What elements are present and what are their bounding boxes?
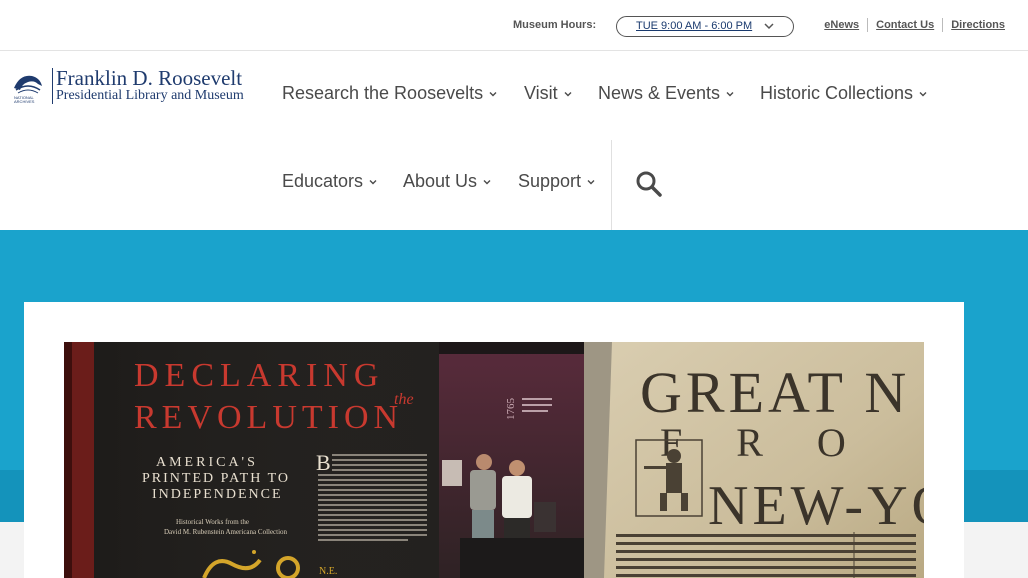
chevron-down-icon	[764, 23, 774, 30]
poster-sub-3: INDEPENDENCE	[152, 487, 283, 502]
nav-historic-collections-label: Historic Collections	[760, 83, 914, 103]
hero-image[interactable]: DECLARING the REVOLUTION AMERICA'S PRINT…	[64, 342, 924, 578]
directions-link[interactable]: Directions	[942, 18, 1013, 32]
search-button[interactable]	[633, 168, 665, 200]
document-line-3: NEW-YO	[708, 475, 924, 537]
contact-us-link[interactable]: Contact Us	[867, 18, 942, 32]
poster-title-2: REVOLUTION	[134, 399, 403, 436]
nav-support-label: Support	[518, 171, 582, 191]
nav-about-us[interactable]: About Us	[403, 171, 492, 192]
svg-text:1765: 1765	[505, 398, 517, 421]
utility-bar: Museum Hours: TUE 9:00 AM - 6:00 PM eNew…	[0, 0, 1028, 51]
chevron-down-icon	[564, 91, 572, 96]
museum-hours-dropdown[interactable]: TUE 9:00 AM - 6:00 PM	[616, 16, 794, 37]
nav-visit-label: Visit	[524, 83, 558, 103]
nav-news-events-label: News & Events	[598, 83, 721, 103]
logo-divider	[52, 68, 53, 104]
poster-title-1: DECLARING	[134, 357, 384, 394]
nav-educators[interactable]: Educators	[282, 171, 378, 192]
nav-about-us-label: About Us	[403, 171, 478, 191]
poster-credit-1: Historical Works from the	[176, 518, 249, 526]
chevron-down-icon	[726, 91, 734, 96]
nav-visit[interactable]: Visit	[524, 83, 573, 104]
utility-links: eNews Contact Us Directions	[816, 18, 1013, 32]
chevron-down-icon	[369, 179, 377, 184]
nav-research-label: Research the Roosevelts	[282, 83, 484, 103]
nav-divider	[611, 140, 612, 230]
national-archives-seal-icon: NATIONAL ARCHIVES	[14, 75, 42, 104]
svg-text:ARCHIVES: ARCHIVES	[14, 99, 35, 104]
exhibition-photo: DECLARING the REVOLUTION AMERICA'S PRINT…	[64, 342, 924, 578]
nav-support[interactable]: Support	[518, 171, 596, 192]
nav-research[interactable]: Research the Roosevelts	[282, 83, 498, 104]
svg-text:N.E.: N.E.	[319, 566, 337, 577]
chevron-down-icon	[489, 91, 497, 96]
svg-text:B: B	[316, 450, 331, 475]
chevron-down-icon	[483, 179, 491, 184]
poster-sub-1: AMERICA'S	[156, 455, 258, 470]
search-icon	[636, 171, 662, 197]
document-line-2: F R O	[660, 420, 868, 465]
site-logo[interactable]: NATIONAL ARCHIVES Franklin D. Roosevelt …	[10, 66, 250, 108]
chevron-down-icon	[587, 179, 595, 184]
nav-news-events[interactable]: News & Events	[598, 83, 735, 104]
chevron-down-icon	[919, 91, 927, 96]
logo-subtitle: Presidential Library and Museum	[56, 88, 244, 103]
poster-sub-2: PRINTED PATH TO	[142, 471, 290, 486]
museum-hours-value[interactable]: TUE 9:00 AM - 6:00 PM	[636, 20, 752, 32]
museum-hours-label: Museum Hours:	[513, 19, 597, 31]
poster-credit-2: David M. Rubenstein Americana Collection	[164, 528, 288, 536]
nav-historic-collections[interactable]: Historic Collections	[760, 83, 928, 104]
enews-link[interactable]: eNews	[816, 18, 867, 32]
document-line-1: GREAT N	[640, 360, 910, 425]
nav-educators-label: Educators	[282, 171, 364, 191]
